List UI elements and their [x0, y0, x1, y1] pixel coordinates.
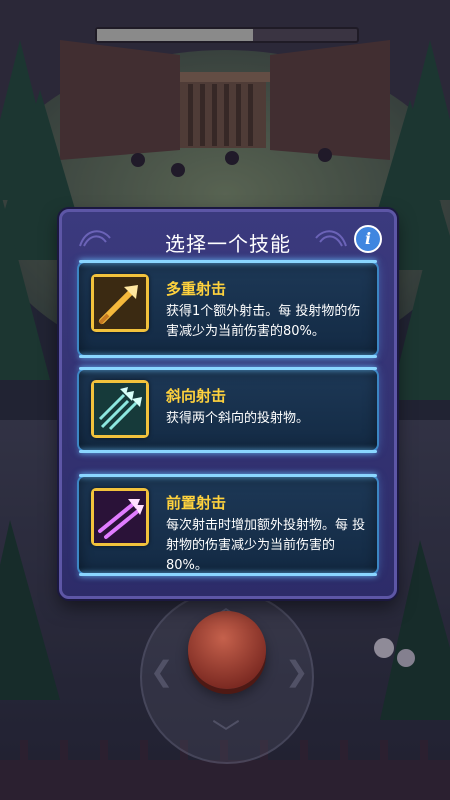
- level-progress-fill: [97, 29, 253, 41]
- card-glow-bottom: [79, 573, 377, 576]
- multishot-arrow-icon: [91, 274, 149, 332]
- skill-name: 前置射击: [166, 494, 227, 512]
- skill-select-panel: 选择一个技能 i 多重射击 获得1个额外射击。每 投射物的伤害减少为当前伤害的8…: [59, 209, 397, 599]
- skill-card-multishot[interactable]: 多重射击 获得1个额外射击。每 投射物的伤害减少为当前伤害的80%。: [79, 260, 377, 358]
- card-glow-top: [79, 260, 377, 263]
- skill-name: 多重射击: [166, 280, 227, 298]
- card-glow-bottom: [79, 450, 377, 453]
- skill-description: 每次射击时增加额外投射物。每 投射物的伤害减少为当前伤害的80%。: [166, 518, 366, 573]
- card-glow-top: [79, 367, 377, 370]
- info-button[interactable]: i: [354, 225, 382, 253]
- level-progress-bar: [95, 27, 359, 43]
- diagonal-arrows-icon: [91, 380, 149, 438]
- skill-card-diagonal[interactable]: 斜向射击 获得两个斜向的投射物。: [79, 367, 377, 453]
- joystick-knob[interactable]: [188, 611, 266, 689]
- skill-description: 获得两个斜向的投射物。: [166, 411, 310, 426]
- card-glow-top: [79, 474, 377, 477]
- front-arrows-icon: [91, 488, 149, 546]
- skill-card-front[interactable]: 前置射击 每次射击时增加额外投射物。每 投射物的伤害减少为当前伤害的80%。: [79, 474, 377, 576]
- joystick-left-arrow-icon: ❮: [150, 655, 174, 688]
- skill-name: 斜向射击: [166, 387, 227, 405]
- joystick-down-arrow-icon: ﹀: [212, 717, 241, 750]
- skill-description: 获得1个额外射击。每 投射物的伤害减少为当前伤害的80%。: [166, 304, 361, 339]
- card-glow-bottom: [79, 355, 377, 358]
- joystick-right-arrow-icon: ❯: [285, 655, 309, 688]
- panel-title: 选择一个技能: [165, 232, 291, 256]
